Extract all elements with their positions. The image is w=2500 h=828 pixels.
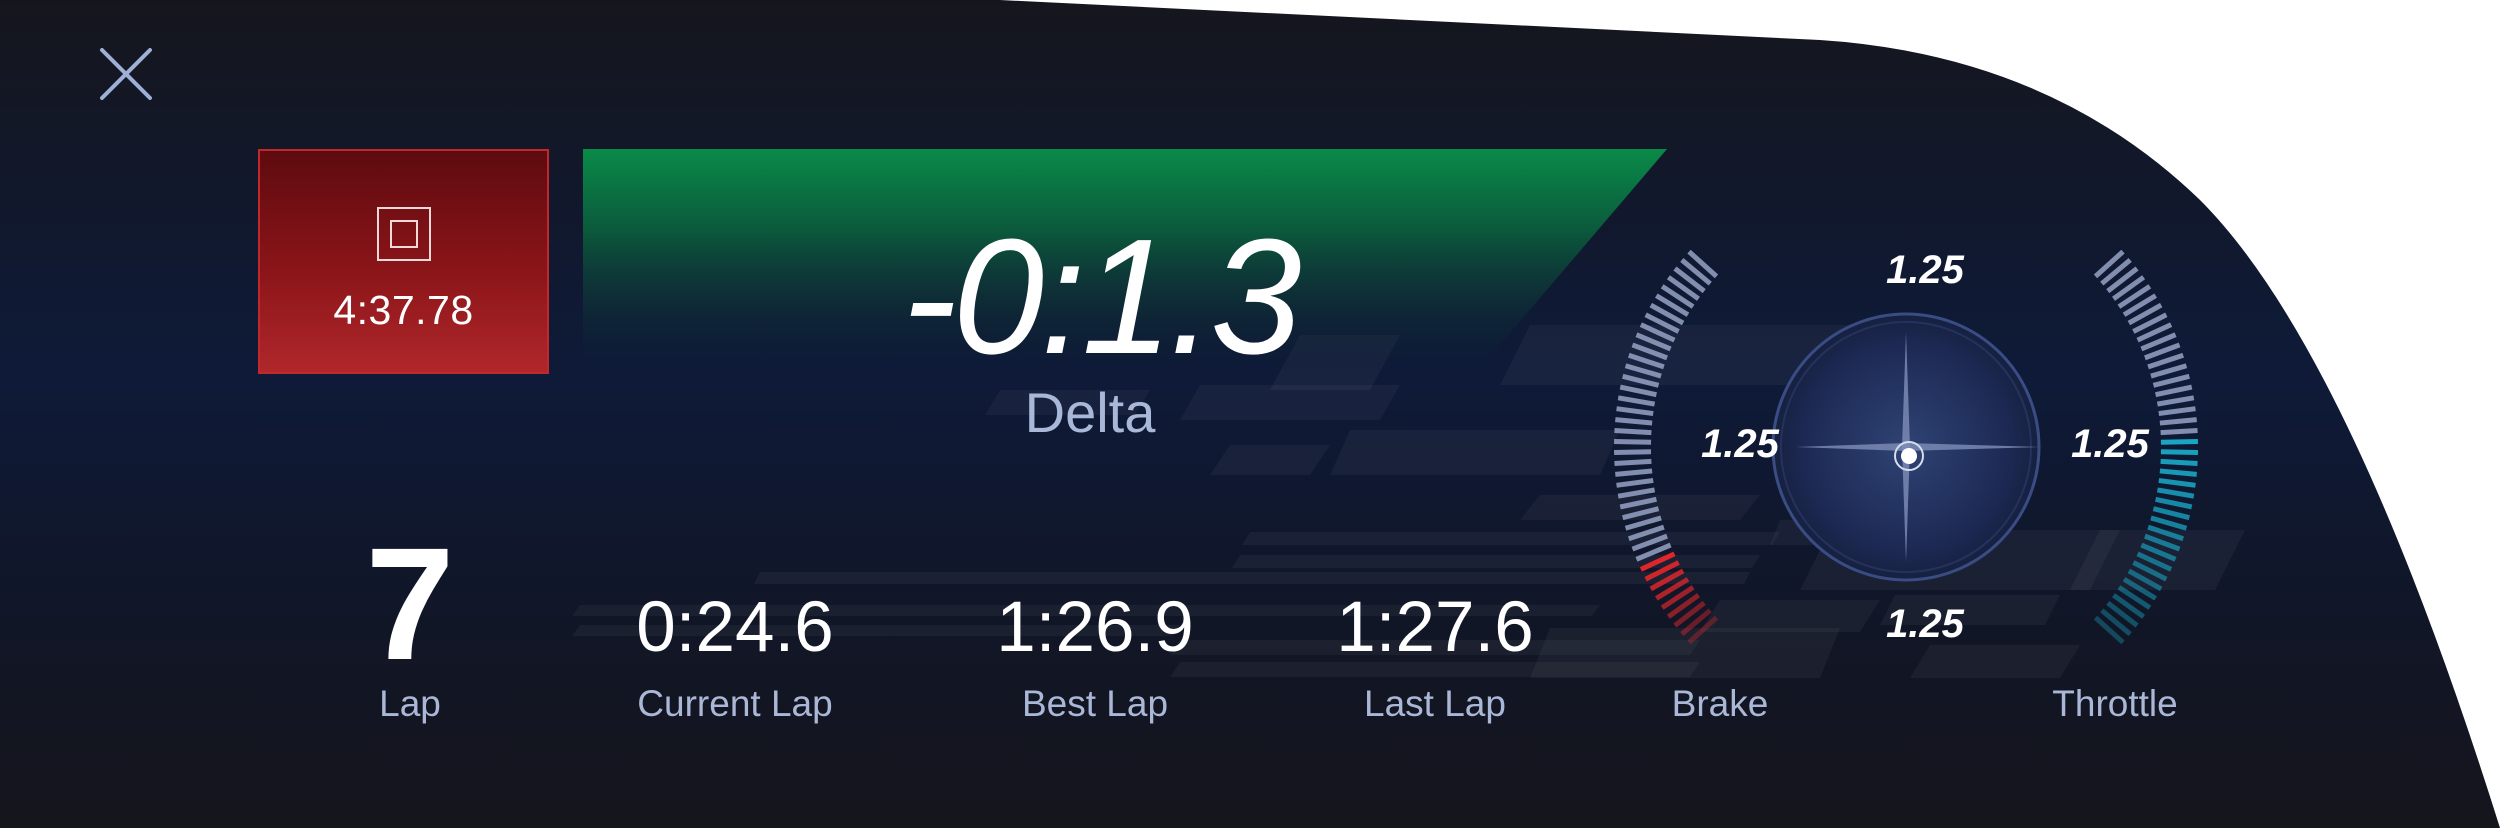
lap-label: Lap [379, 683, 441, 724]
best-lap-time: 1:26.9 [996, 588, 1194, 667]
close-icon [100, 48, 152, 100]
brake-gauge-tick [1615, 468, 1653, 477]
stop-icon [377, 207, 431, 261]
close-button[interactable] [92, 40, 162, 110]
brake-gauge-tick [1614, 449, 1652, 455]
throttle-label: Throttle [2052, 683, 2178, 724]
throttle-gauge-tick [2159, 417, 2197, 426]
brake-label: Brake [1671, 683, 1769, 724]
stop-session-button[interactable]: 4:37.78 [258, 149, 549, 374]
last-lap-time: 1:27.6 [1336, 588, 1534, 667]
throttle-gauge-tick [2159, 468, 2197, 477]
best-lap-label: Best Lap [1021, 683, 1169, 724]
delta-value: -0:1.3 [902, 205, 1301, 388]
current-lap-time: 0:24.6 [636, 588, 834, 667]
brake-gauge-tick [1614, 458, 1652, 466]
g-force-dial [1771, 312, 2041, 582]
g-force-top-value: 1.25 [1886, 248, 1964, 292]
g-force-bottom-value: 1.25 [1886, 602, 1964, 646]
brake-gauge-tick [1614, 439, 1652, 445]
lap-number: 7 [365, 514, 455, 693]
telemetry-dashboard: 4:37.78 -0:1.3 Delta 7 Lap 0:24.6 Curren… [0, 0, 2500, 828]
brake-gauge-tick [1615, 417, 1653, 426]
session-time: 4:37.78 [333, 287, 474, 333]
g-force-left-value: 1.25 [1701, 422, 1779, 466]
brake-gauge-tick [1614, 428, 1652, 436]
g-force-right-value: 1.25 [2071, 422, 2149, 466]
current-lap-label: Current Lap [637, 683, 833, 724]
last-lap-label: Last Lap [1364, 683, 1506, 724]
delta-label: Delta [1024, 381, 1156, 444]
